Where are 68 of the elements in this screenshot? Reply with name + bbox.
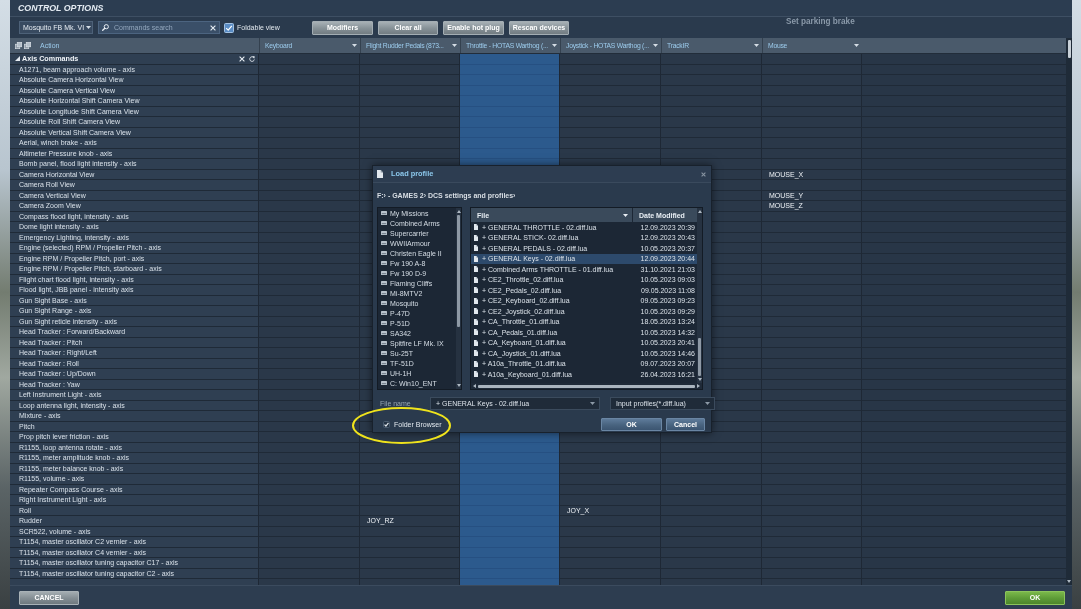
reset-icon[interactable] xyxy=(249,55,255,62)
caret-icon xyxy=(854,44,859,47)
file-icon xyxy=(474,339,478,346)
layers-icon[interactable] xyxy=(15,42,22,49)
file-icon xyxy=(474,255,478,262)
caret-icon xyxy=(590,402,595,405)
drive-icon xyxy=(381,271,387,275)
drive-icon xyxy=(381,341,387,345)
caret-icon xyxy=(86,26,92,29)
file-icon xyxy=(474,276,478,283)
scrollbar-thumb[interactable] xyxy=(1067,40,1071,58)
file-icon xyxy=(474,234,478,241)
drive-icon xyxy=(381,331,387,335)
caret-icon xyxy=(705,402,710,405)
file-icon xyxy=(474,371,478,378)
drive-icon xyxy=(381,371,387,375)
drive-icon xyxy=(381,291,387,295)
file-icon xyxy=(474,308,478,315)
drive-icon xyxy=(381,321,387,325)
scrollbar-track[interactable] xyxy=(1066,38,1072,585)
scroll-left-icon[interactable] xyxy=(473,384,476,388)
scrollbar-thumb[interactable] xyxy=(457,215,460,327)
file-icon xyxy=(474,224,478,231)
scrollbar-track[interactable] xyxy=(456,208,461,389)
file-icon xyxy=(474,318,478,325)
file-icon xyxy=(474,287,478,294)
checkbox[interactable] xyxy=(224,22,234,33)
scrollbar-thumb[interactable] xyxy=(698,338,701,376)
caret-icon xyxy=(452,44,457,47)
file-icon xyxy=(377,170,383,178)
drive-icon xyxy=(381,351,387,355)
drive-icon xyxy=(381,381,387,385)
scroll-right-icon[interactable] xyxy=(697,384,700,388)
hint-text: Set parking brake xyxy=(786,17,855,26)
caret-icon xyxy=(623,213,628,217)
drive-icon xyxy=(381,301,387,305)
drive-icon xyxy=(381,241,387,245)
file-icon xyxy=(474,245,478,252)
drive-icon xyxy=(381,221,387,225)
file-icon xyxy=(474,266,478,273)
drive-icon xyxy=(381,211,387,215)
drive-icon xyxy=(381,281,387,285)
close-icon[interactable] xyxy=(701,171,706,177)
file-icon xyxy=(474,360,478,367)
scroll-up-icon[interactable] xyxy=(456,210,461,213)
scroll-down-icon[interactable] xyxy=(1067,580,1071,583)
caret-icon xyxy=(754,44,759,47)
caret-icon xyxy=(552,44,557,47)
window-title: CONTROL OPTIONS xyxy=(18,3,104,13)
scrollbar-thumb[interactable] xyxy=(478,384,695,388)
scroll-down-icon[interactable] xyxy=(697,378,702,381)
checkbox[interactable] xyxy=(383,421,390,428)
drive-icon xyxy=(381,261,387,265)
drive-icon xyxy=(381,361,387,365)
file-icon xyxy=(474,350,478,357)
scroll-down-icon[interactable] xyxy=(456,384,461,387)
scrollbar-track[interactable] xyxy=(471,383,702,389)
file-icon xyxy=(474,329,478,336)
scroll-up-icon[interactable] xyxy=(697,210,702,213)
file-icon xyxy=(474,297,478,304)
caret-icon xyxy=(352,44,357,47)
drive-icon xyxy=(381,231,387,235)
expanded-triangle-icon[interactable] xyxy=(15,56,20,62)
search-icon xyxy=(102,24,109,31)
drive-icon xyxy=(381,251,387,255)
caret-icon xyxy=(653,44,658,47)
layers-icon[interactable] xyxy=(24,42,31,49)
drive-icon xyxy=(381,311,387,315)
